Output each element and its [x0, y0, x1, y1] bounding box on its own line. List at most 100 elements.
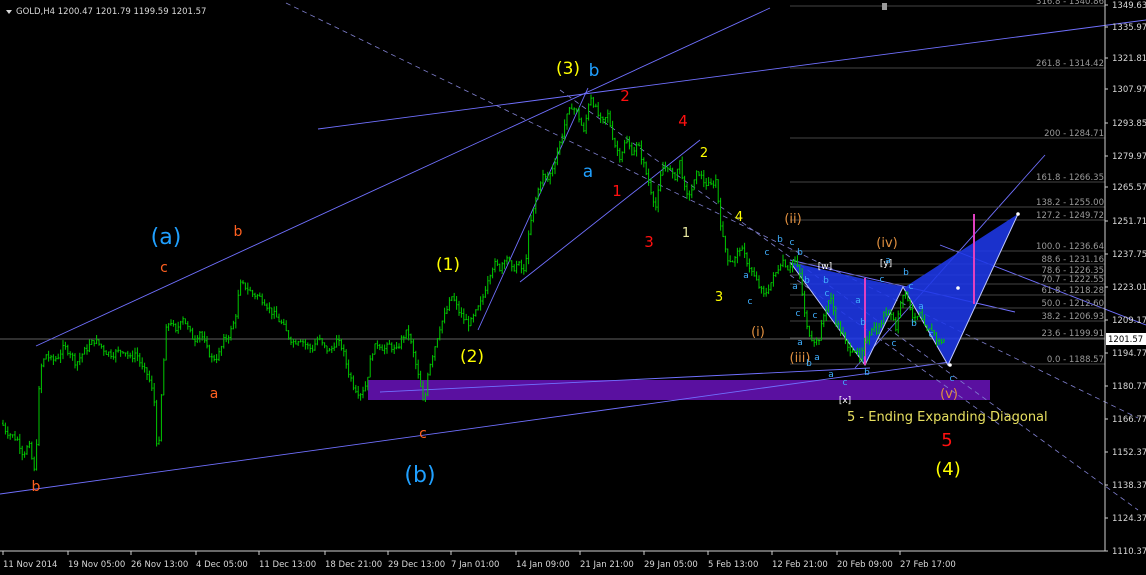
diagonal-subwave-label: b	[903, 268, 909, 278]
x-tick-label: 29 Dec 13:00	[388, 560, 445, 570]
pattern-point	[956, 286, 960, 290]
wave-label: 2	[700, 146, 708, 161]
price-chart[interactable]: 316.8 - 1340.86 261.8 - 1314.42 200 - 1284…	[0, 0, 1146, 571]
fib-label: 88.6 - 1231.16	[1041, 255, 1104, 265]
wave-label-major-b: (b)	[404, 463, 435, 488]
wave-label: [w]	[818, 262, 832, 272]
support-zone	[368, 380, 990, 400]
fib-label: 0.0 - 1188.57	[1047, 355, 1104, 365]
y-tick-label: 1237.75	[1112, 250, 1146, 260]
wave-label: [x]	[839, 396, 851, 406]
diagonal-subwave-label: c	[892, 339, 897, 349]
wave-label: c	[419, 426, 427, 442]
diagonal-subwave-label: a	[814, 353, 820, 363]
x-tick-label: 4 Dec 05:00	[196, 560, 248, 570]
wave-label: (iv)	[876, 236, 897, 251]
wave-label: a	[210, 386, 219, 402]
y-tick-label: 1194.77	[1112, 349, 1146, 359]
diagonal-subwave-label: b	[797, 248, 803, 258]
diagonal-subwave-label: c	[796, 309, 801, 319]
x-tick-label: 12 Feb 21:00	[772, 560, 828, 570]
y-tick-label: 1110.37	[1112, 547, 1146, 557]
x-tick-label: 26 Nov 13:00	[131, 560, 188, 570]
x-tick-label: 20 Feb 09:00	[837, 560, 893, 570]
diagonal-subwave-label: c	[843, 378, 848, 388]
x-tick-label: 27 Feb 17:00	[900, 560, 956, 570]
diagonal-subwave-label: c	[813, 311, 818, 321]
x-tick-label: 18 Dec 21:00	[325, 560, 382, 570]
pattern-point	[948, 363, 952, 367]
diagonal-subwave-label: a	[743, 271, 749, 281]
fib-label: 61.8 - 1218.28	[1041, 286, 1104, 296]
diagonal-subwave-label: a	[828, 370, 834, 380]
wave-label-major-a: (a)	[151, 225, 182, 250]
y-tick-label: 1321.81	[1112, 54, 1146, 64]
wave-label: 1	[612, 182, 622, 200]
wave-label: 3	[644, 233, 654, 251]
diagonal-subwave-label: a	[918, 302, 924, 312]
y-tick-label: 1223.01	[1112, 283, 1146, 293]
y-tick-label: 1152.37	[1112, 448, 1146, 458]
wave-label-2: (2)	[460, 347, 484, 367]
fib-label: 100.0 - 1236.64	[1036, 242, 1104, 252]
fib-label: 200 - 1284.71	[1044, 129, 1104, 139]
y-tick-label: 1307.97	[1112, 85, 1146, 95]
diagonal-subwave-label: b	[806, 359, 812, 369]
fib-label: 161.8 - 1266.35	[1036, 173, 1104, 183]
wave-label: (i)	[751, 325, 765, 340]
diagonal-subwave-label: c	[880, 275, 885, 285]
wave-label: b	[32, 479, 41, 495]
wave-label: (v)	[940, 387, 958, 402]
pattern-annotation: 5 - Ending Expanding Diagonal	[847, 410, 1048, 425]
pattern-point	[1016, 212, 1020, 216]
wave-label: 4	[735, 210, 743, 225]
y-tick-label: 1349.63	[1112, 1, 1146, 11]
y-tick-label: 1138.37	[1112, 481, 1146, 491]
diagonal-subwave-label: c	[929, 330, 934, 340]
fib-label: 316.8 - 1340.86	[1036, 0, 1104, 7]
diagonal-subwave-label: c	[950, 374, 955, 384]
wave-label: 3	[715, 290, 723, 305]
wave-label: 4	[678, 112, 688, 130]
wave-label: a	[583, 162, 593, 182]
diagonal-subwave-label: b	[823, 276, 829, 286]
fib-label: 50.0 - 1212.60	[1041, 299, 1104, 309]
wave-label: 1	[682, 226, 690, 241]
fib-label: 70.7 - 1222.55	[1041, 275, 1104, 285]
wave-label-5: 5	[941, 430, 952, 451]
diagonal-subwave-label: a	[792, 282, 798, 292]
current-price-label: 1201.57	[1108, 335, 1143, 345]
x-tick-label: 19 Nov 05:00	[68, 560, 125, 570]
fib-label: 38.2 - 1206.93	[1041, 312, 1104, 322]
x-tick-label: 7 Jan 01:00	[451, 560, 499, 570]
fib-label: 261.8 - 1314.42	[1036, 59, 1104, 69]
fib-label: 127.2 - 1249.72	[1036, 211, 1104, 221]
fib-label: 23.6 - 1199.91	[1041, 329, 1104, 339]
chart-header-title: GOLD,H4 1200.47 1201.79 1199.59 1201.57	[16, 7, 206, 17]
diagonal-subwave-label: b	[804, 276, 810, 286]
x-tick-label: 21 Jan 21:00	[580, 560, 634, 570]
y-tick-label: 1265.57	[1112, 183, 1146, 193]
x-tick-label: 14 Jan 09:00	[516, 560, 570, 570]
y-tick-label: 1166.77	[1112, 415, 1146, 425]
wave-label-3: (3)	[556, 59, 580, 79]
scroll-marker-icon	[882, 3, 887, 10]
y-tick-label: 1124.37	[1112, 514, 1146, 524]
wave-label: b	[234, 224, 243, 240]
wave-label: b	[589, 61, 600, 81]
x-tick-label: 11 Nov 2014	[3, 560, 57, 570]
wave-label: (ii)	[784, 212, 801, 227]
wave-label-4: (4)	[935, 459, 961, 480]
wave-label: 2	[620, 87, 630, 105]
fib-label: 138.2 - 1255.00	[1036, 198, 1104, 208]
diagonal-subwave-label: b	[911, 319, 917, 329]
diagonal-subwave-label: c	[909, 282, 914, 292]
wave-label-1: (1)	[436, 255, 460, 275]
diagonal-subwave-label: c	[790, 238, 795, 248]
chart-canvas[interactable]: 316.8 - 1340.86 261.8 - 1314.42 200 - 1284…	[0, 0, 1146, 571]
diagonal-subwave-label: c	[748, 297, 753, 307]
diagonal-subwave-label: a	[885, 256, 891, 266]
x-tick-label: 29 Jan 05:00	[644, 560, 698, 570]
wave-label: c	[160, 260, 168, 276]
diagonal-subwave-label: a	[797, 338, 803, 348]
